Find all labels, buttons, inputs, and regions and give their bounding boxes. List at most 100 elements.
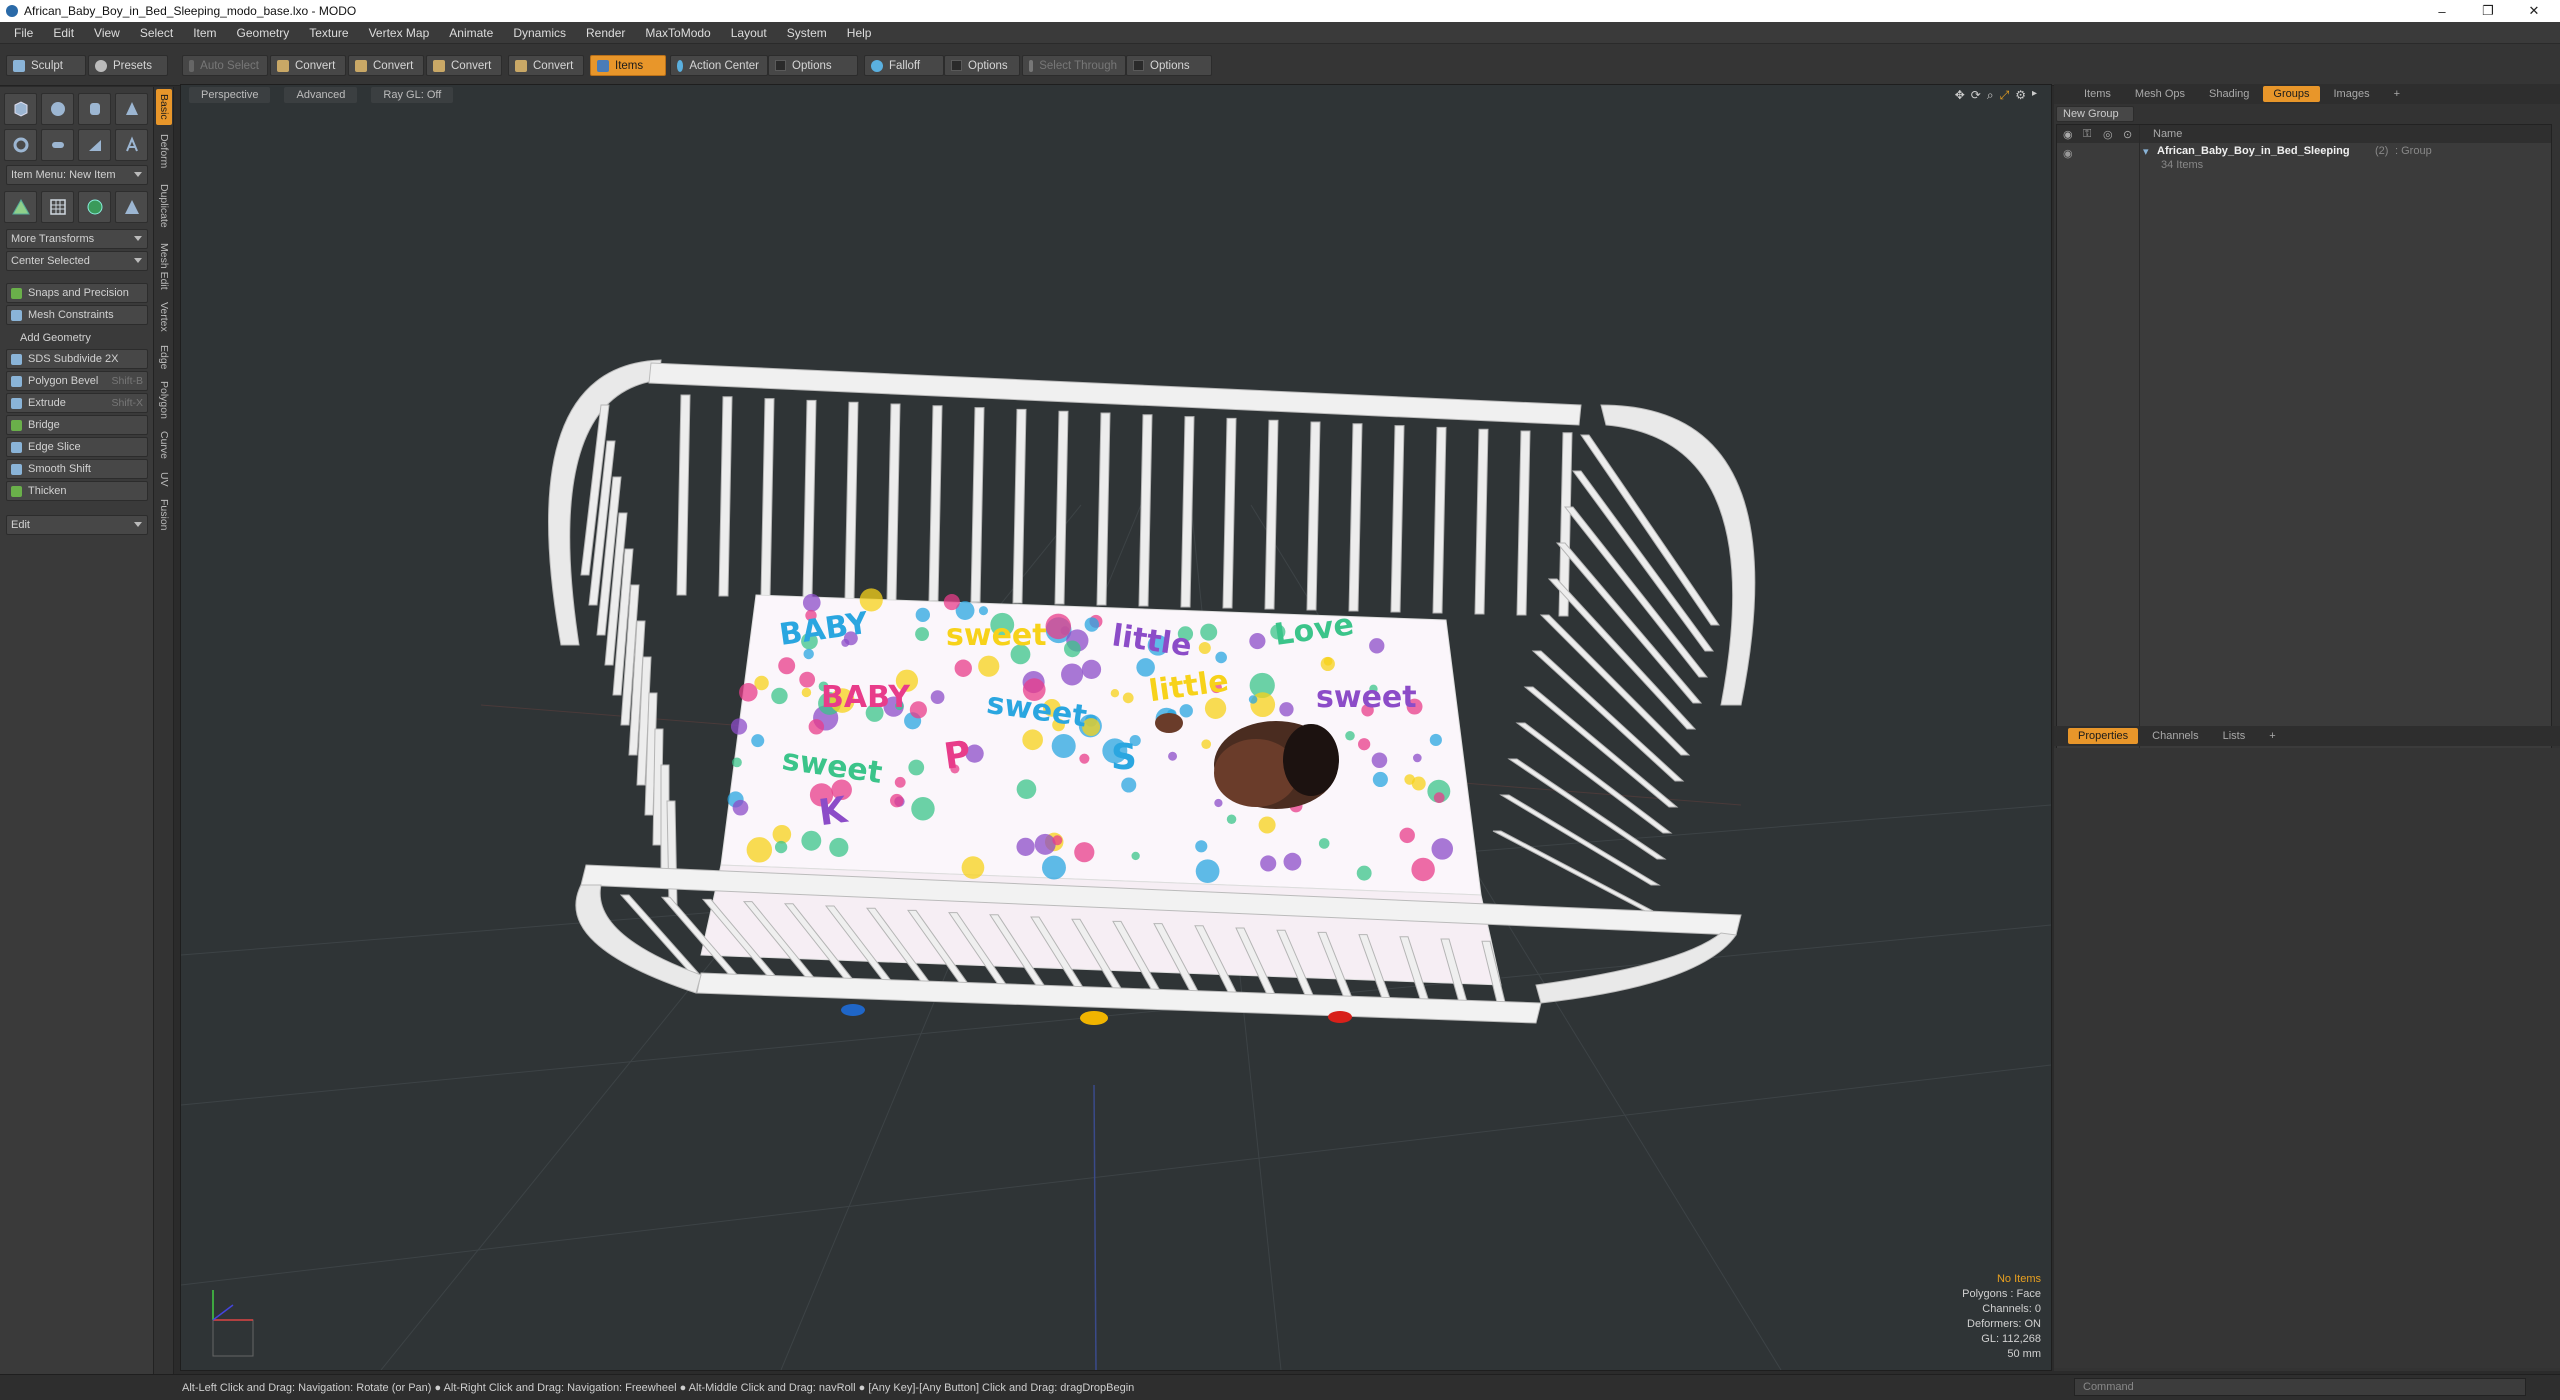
vtab-mesh-edit[interactable]: Mesh Edit xyxy=(156,239,172,293)
tool-thicken[interactable]: Thicken xyxy=(6,481,148,501)
tab-properties[interactable]: Properties xyxy=(2068,728,2139,744)
convert-button-2[interactable]: Convert xyxy=(348,55,424,76)
group-row[interactable]: ◉ ▾ African_Baby_Boy_in_Bed_Sleeping (2)… xyxy=(2057,145,2551,175)
vtab-uv[interactable]: UV xyxy=(156,467,172,491)
wedge-primitive-icon[interactable] xyxy=(78,129,111,161)
text-primitive-icon[interactable] xyxy=(115,129,148,161)
tab-channels[interactable]: Channels xyxy=(2142,728,2208,744)
item-menu-dropdown[interactable]: Item Menu: New Item xyxy=(6,165,148,185)
globe-icon[interactable] xyxy=(78,191,111,223)
sphere-primitive-icon[interactable] xyxy=(41,93,74,125)
command-input[interactable]: Command xyxy=(2074,1378,2526,1396)
options-checkbox[interactable] xyxy=(1133,60,1144,71)
cylinder-primitive-icon[interactable] xyxy=(78,93,111,125)
tab-mesh-ops[interactable]: Mesh Ops xyxy=(2125,86,2195,102)
menu-texture[interactable]: Texture xyxy=(299,26,358,40)
visibility-toggle-icon[interactable]: ◉ xyxy=(2063,147,2073,160)
snaps-and-precision-button[interactable]: Snaps and Precision xyxy=(6,283,148,303)
locator-icon[interactable] xyxy=(4,191,37,223)
pan-icon[interactable]: ✥ xyxy=(1955,88,1965,103)
new-group-button[interactable]: New Group xyxy=(2056,106,2134,122)
falloff-button[interactable]: Falloff xyxy=(864,55,944,76)
menu-item[interactable]: Item xyxy=(183,26,226,40)
action-center-button[interactable]: Action Center xyxy=(670,55,768,76)
vtab-fusion[interactable]: Fusion xyxy=(156,495,172,535)
fit-icon[interactable]: ⤢ xyxy=(2000,88,2010,103)
presets-button[interactable]: Presets xyxy=(88,55,168,76)
minimize-button[interactable]: – xyxy=(2420,0,2464,22)
render-icon[interactable]: ◎ xyxy=(2103,128,2113,141)
vtab-polygon[interactable]: Polygon xyxy=(156,377,172,423)
eye-icon[interactable]: ◉ xyxy=(2063,128,2073,141)
falloff-options-button[interactable]: Options xyxy=(944,55,1020,76)
zoom-icon[interactable]: ⌕ xyxy=(1987,88,1994,103)
add-tab-button[interactable]: + xyxy=(2384,86,2410,102)
cone-primitive-icon[interactable] xyxy=(115,93,148,125)
action-center-options-button[interactable]: Options xyxy=(768,55,858,76)
convert-button-3[interactable]: Convert xyxy=(426,55,502,76)
gear-icon[interactable]: ⚙ xyxy=(2015,88,2026,103)
vtab-basic[interactable]: Basic xyxy=(156,89,172,125)
menu-geometry[interactable]: Geometry xyxy=(227,26,300,40)
tool-sds-subdivide[interactable]: SDS Subdivide 2X xyxy=(6,349,148,369)
more-transforms-dropdown[interactable]: More Transforms xyxy=(6,229,148,249)
add-geometry-header[interactable]: Add Geometry xyxy=(6,329,148,347)
select-through-options-button[interactable]: Options xyxy=(1126,55,1212,76)
select-through-button[interactable]: Select Through xyxy=(1022,55,1126,76)
torus-primitive-icon[interactable] xyxy=(4,129,37,161)
vtab-curve[interactable]: Curve xyxy=(156,427,172,463)
menu-vertex-map[interactable]: Vertex Map xyxy=(359,26,440,40)
lock-icon[interactable]: ⚿ xyxy=(2083,128,2091,141)
add-lower-tab-button[interactable]: + xyxy=(2259,728,2285,744)
auto-select-button[interactable]: Auto Select xyxy=(182,55,268,76)
tool-edge-slice[interactable]: Edge Slice xyxy=(6,437,148,457)
menu-view[interactable]: View xyxy=(84,26,130,40)
name-column-header[interactable]: Name xyxy=(2153,128,2182,140)
rotate-icon[interactable]: ⟳ xyxy=(1971,88,1981,103)
vtab-vertex[interactable]: Vertex xyxy=(156,297,172,337)
close-button[interactable]: ✕ xyxy=(2512,0,2556,22)
items-mode-button[interactable]: Items xyxy=(590,55,666,76)
raygl-toggle[interactable]: Ray GL: Off xyxy=(371,87,454,103)
crib-model[interactable]: BABY sweet little LoveBABY sweet little sweets… xyxy=(548,359,1756,1025)
tool-bridge[interactable]: Bridge xyxy=(6,415,148,435)
menu-select[interactable]: Select xyxy=(130,26,183,40)
tab-lists[interactable]: Lists xyxy=(2213,728,2256,744)
tab-items[interactable]: Items xyxy=(2074,86,2121,102)
menu-help[interactable]: Help xyxy=(837,26,882,40)
center-selected-dropdown[interactable]: Center Selected xyxy=(6,251,148,271)
options-checkbox[interactable] xyxy=(951,60,962,71)
3d-viewport[interactable]: Perspective Advanced Ray GL: Off ✥ ⟳ ⌕ ⤢… xyxy=(180,84,2052,1371)
menu-render[interactable]: Render xyxy=(576,26,635,40)
tab-images[interactable]: Images xyxy=(2324,86,2380,102)
grid-icon[interactable] xyxy=(41,191,74,223)
menu-animate[interactable]: Animate xyxy=(439,26,503,40)
sculpt-button[interactable]: Sculpt xyxy=(6,55,86,76)
pyramid-icon[interactable] xyxy=(115,191,148,223)
menu-dynamics[interactable]: Dynamics xyxy=(503,26,576,40)
tool-extrude[interactable]: Extrude Shift-X xyxy=(6,393,148,413)
tab-groups[interactable]: Groups xyxy=(2263,86,2320,102)
menu-layout[interactable]: Layout xyxy=(721,26,777,40)
tool-smooth-shift[interactable]: Smooth Shift xyxy=(6,459,148,479)
mesh-constraints-button[interactable]: Mesh Constraints xyxy=(6,305,148,325)
tool-polygon-bevel[interactable]: Polygon Bevel Shift-B xyxy=(6,371,148,391)
edit-dropdown[interactable]: Edit xyxy=(6,515,148,535)
vtab-duplicate[interactable]: Duplicate xyxy=(156,177,172,235)
select-icon[interactable]: ⊙ xyxy=(2123,128,2132,141)
menu-edit[interactable]: Edit xyxy=(43,26,84,40)
convert-button-4[interactable]: Convert xyxy=(508,55,584,76)
tab-shading[interactable]: Shading xyxy=(2199,86,2259,102)
chevron-right-icon[interactable]: ▸ xyxy=(2032,88,2037,103)
vtab-deform[interactable]: Deform xyxy=(156,129,172,173)
menu-file[interactable]: File xyxy=(4,26,43,40)
options-checkbox[interactable] xyxy=(775,60,786,71)
restore-button[interactable]: ❐ xyxy=(2466,0,2510,22)
vtab-edge[interactable]: Edge xyxy=(156,341,172,373)
convert-button-1[interactable]: Convert xyxy=(270,55,346,76)
menu-system[interactable]: System xyxy=(777,26,837,40)
view-perspective-dropdown[interactable]: Perspective xyxy=(189,87,271,103)
cube-primitive-icon[interactable] xyxy=(4,93,37,125)
shading-mode-dropdown[interactable]: Advanced xyxy=(284,87,358,103)
capsule-primitive-icon[interactable] xyxy=(41,129,74,161)
